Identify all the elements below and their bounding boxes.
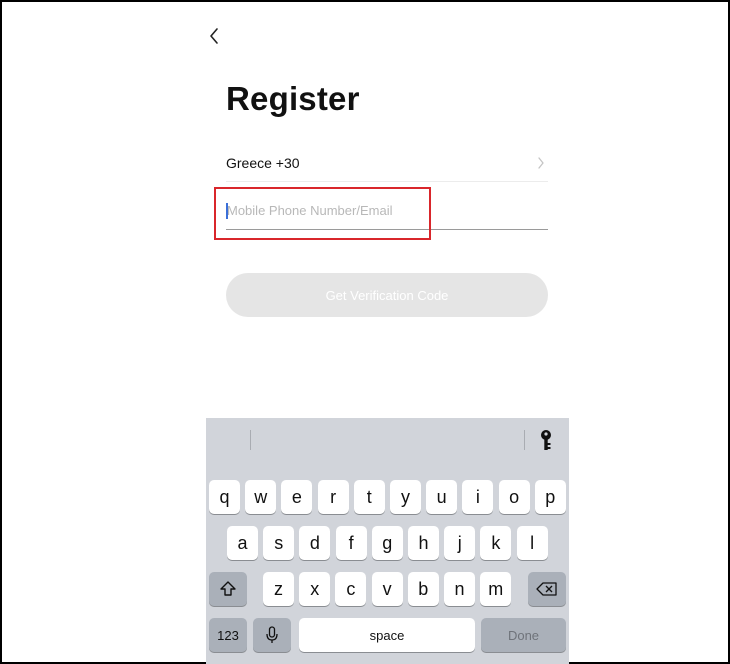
- key-d[interactable]: d: [299, 526, 331, 560]
- mic-key[interactable]: [253, 618, 291, 652]
- backspace-icon: [536, 582, 557, 596]
- key-b[interactable]: b: [407, 572, 439, 606]
- shift-icon: [220, 581, 236, 596]
- toolbar-divider: [250, 430, 251, 450]
- text-caret: [226, 203, 228, 219]
- chevron-right-icon: [534, 156, 548, 170]
- country-label: Greece +30: [226, 154, 300, 171]
- key-y[interactable]: y: [390, 480, 421, 514]
- key-e[interactable]: e: [281, 480, 313, 514]
- key-o[interactable]: o: [498, 480, 530, 514]
- key-h[interactable]: h: [408, 526, 439, 560]
- key-a[interactable]: a: [227, 526, 258, 560]
- back-button[interactable]: [208, 22, 236, 50]
- key-m[interactable]: m: [480, 572, 512, 606]
- get-verification-code-button[interactable]: Get Verification Code: [226, 273, 548, 317]
- key-t[interactable]: t: [353, 480, 385, 514]
- key-g[interactable]: g: [371, 526, 403, 560]
- done-key[interactable]: Done: [481, 618, 566, 652]
- key-p[interactable]: p: [534, 480, 566, 514]
- numbers-key[interactable]: 123: [209, 618, 247, 652]
- key-j[interactable]: j: [444, 526, 476, 560]
- toolbar-divider: [524, 430, 525, 450]
- shift-key[interactable]: [209, 572, 247, 606]
- key-z[interactable]: z: [263, 572, 294, 606]
- key-s[interactable]: s: [263, 526, 295, 560]
- key-icon[interactable]: [535, 428, 557, 452]
- key-w[interactable]: w: [245, 480, 277, 514]
- phone-email-input[interactable]: [226, 192, 548, 229]
- key-c[interactable]: c: [335, 572, 367, 606]
- page-title: Register: [226, 80, 360, 117]
- key-k[interactable]: k: [480, 526, 512, 560]
- key-r[interactable]: r: [317, 480, 349, 514]
- app-screen: Register Greece +30 Get Verification Cod…: [0, 0, 730, 664]
- chevron-left-icon: [210, 28, 218, 44]
- key-i[interactable]: i: [462, 480, 494, 514]
- phone-field-container: [226, 192, 548, 230]
- space-key[interactable]: space: [299, 618, 475, 652]
- microphone-icon: [266, 626, 278, 643]
- key-u[interactable]: u: [426, 480, 458, 514]
- key-v[interactable]: v: [371, 572, 403, 606]
- key-n[interactable]: n: [444, 572, 475, 606]
- key-f[interactable]: f: [335, 526, 367, 560]
- delete-key[interactable]: [528, 572, 566, 606]
- key-q[interactable]: q: [209, 480, 240, 514]
- country-selector[interactable]: Greece +30: [226, 144, 548, 182]
- on-screen-keyboard: qwertyuiop asdfghjkl zxcvbnm 123 space D…: [206, 418, 569, 664]
- key-x[interactable]: x: [299, 572, 331, 606]
- keyboard-toolbar: [206, 418, 569, 462]
- key-l[interactable]: l: [516, 526, 548, 560]
